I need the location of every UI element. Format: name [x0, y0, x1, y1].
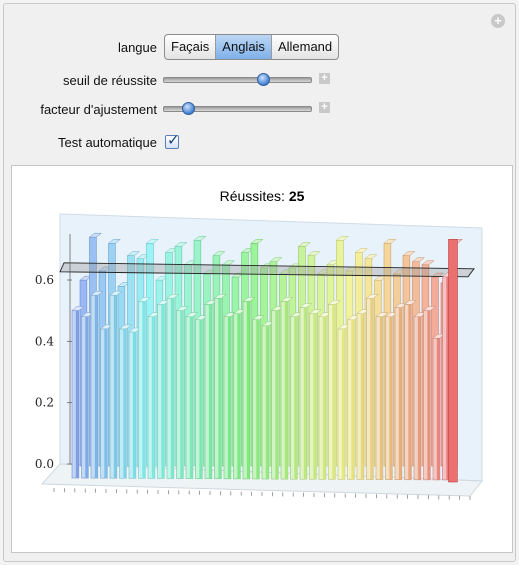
- bar-front-side: [94, 295, 98, 479]
- bar-front-side: [379, 316, 383, 480]
- bar-front-side: [170, 298, 174, 479]
- facteur-expand-icon[interactable]: +: [319, 102, 330, 113]
- bar-front-side: [351, 319, 355, 480]
- bar-front-side: [341, 328, 345, 480]
- bar-front-side: [75, 310, 79, 478]
- test-automatique-checkbox[interactable]: ✓: [165, 132, 180, 149]
- chart-title-prefix: Réussites:: [220, 188, 285, 204]
- bar-front-side: [322, 316, 326, 480]
- chart-title: Réussites: 25: [220, 188, 305, 204]
- bar-front-side: [284, 301, 288, 480]
- add-plus-icon[interactable]: +: [491, 14, 505, 28]
- checkmark-icon: ✓: [167, 132, 180, 149]
- seuil-expand-icon[interactable]: +: [319, 73, 330, 84]
- bar-front-side: [208, 304, 212, 479]
- bar-last-highlight: [448, 239, 458, 483]
- bar-front-side: [142, 301, 146, 479]
- facteur-label: facteur d'ajustement: [40, 102, 157, 117]
- bar-front-side: [332, 304, 336, 480]
- bar-front-side: [218, 298, 222, 479]
- bar-front-side: [180, 310, 184, 479]
- bar-front-side: [199, 319, 203, 479]
- bar-front-side: [123, 328, 127, 479]
- seuil-slider[interactable]: [163, 77, 312, 83]
- y-tick-label: 0.0: [35, 457, 54, 471]
- langue-option-fancais[interactable]: Façais: [165, 35, 217, 59]
- bar-front-side: [370, 298, 374, 480]
- bar-front-side: [237, 313, 241, 479]
- bar-front-side: [408, 304, 412, 480]
- seuil-label: seuil de réussite: [63, 73, 157, 88]
- bar-front-side: [246, 301, 250, 479]
- bar-chart-3d: Réussites: 25 0.0 0.2 0.4 0.6: [35, 188, 484, 500]
- y-tick-label: 0.4: [35, 334, 54, 348]
- bar-front-side: [161, 304, 165, 479]
- y-tick-label: 0.6: [35, 273, 54, 287]
- bar-front-side: [294, 316, 298, 480]
- bar-front-side: [132, 332, 136, 479]
- bar-front-side: [427, 310, 431, 480]
- facteur-slider-thumb[interactable]: [181, 102, 195, 115]
- bar-front-side: [113, 295, 117, 479]
- bar-front-side: [417, 316, 421, 480]
- bar-front-side: [189, 316, 193, 479]
- bar-front-side: [360, 313, 364, 480]
- chart-title-value: 25: [289, 188, 305, 204]
- plot-area: Réussites: 25 0.0 0.2 0.4 0.6: [11, 165, 513, 553]
- bar-front-side: [256, 319, 260, 479]
- bar-front-side: [104, 328, 108, 479]
- langue-option-anglais[interactable]: Anglais: [216, 35, 272, 59]
- bar-front-side: [275, 310, 279, 480]
- langue-setter-bar: Façais Anglais Allemand: [164, 34, 340, 60]
- y-tick-label: 0.2: [35, 396, 54, 410]
- bar-front-side: [303, 307, 307, 480]
- seuil-slider-thumb[interactable]: [256, 73, 270, 86]
- bar-front-side: [85, 316, 89, 479]
- bar-front-side: [227, 316, 231, 479]
- test-automatique-label: Test automatique: [57, 135, 157, 150]
- bar-front-side: [436, 338, 440, 480]
- bar-front-side: [398, 307, 402, 480]
- bar-front-side: [265, 325, 269, 479]
- bar-front-side: [389, 316, 393, 480]
- langue-label: langue: [117, 40, 157, 55]
- langue-option-allemand[interactable]: Allemand: [272, 35, 338, 59]
- bar-front-side: [151, 316, 155, 479]
- bar-front-side: [313, 313, 317, 480]
